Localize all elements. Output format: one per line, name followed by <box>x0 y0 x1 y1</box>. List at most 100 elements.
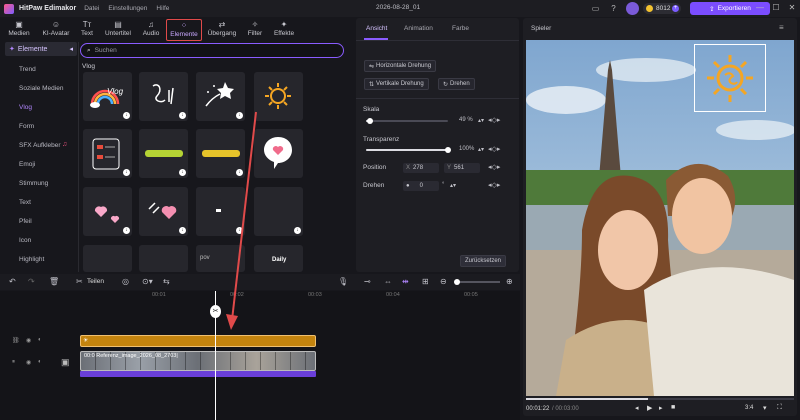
download-icon[interactable]: ↓ <box>123 227 130 234</box>
undo-icon[interactable]: ↶ <box>9 277 16 286</box>
tab-farbe[interactable]: Farbe <box>452 25 469 32</box>
sticker-row4-2[interactable] <box>139 245 188 272</box>
close-icon[interactable]: ✕ <box>786 2 798 14</box>
split-label[interactable]: Teilen <box>87 278 104 285</box>
sidebar-item-stimmung[interactable]: Stimmung <box>19 180 48 187</box>
keyframe-rotation-icon[interactable]: ◂◇▸ <box>488 181 500 189</box>
prev-frame-icon[interactable]: ◂ <box>635 404 639 412</box>
sticker-sun[interactable] <box>254 72 303 121</box>
tab-ansicht[interactable]: Ansicht <box>366 25 387 32</box>
lock-track-icon[interactable]: ◉ <box>26 359 31 366</box>
play-icon[interactable]: ▶ <box>647 404 652 412</box>
rotation-field[interactable]: ● 0 <box>403 181 439 191</box>
sidebar-item-emoji[interactable]: Emoji <box>19 161 35 168</box>
delete-icon[interactable]: 🗑 <box>49 277 59 286</box>
scale-slider-knob[interactable] <box>367 118 374 124</box>
zoom-in-icon[interactable]: ⊕ <box>506 277 513 286</box>
tab-animation[interactable]: Animation <box>404 25 433 32</box>
sidebar-item-trend[interactable]: Trend <box>19 66 36 73</box>
stop-icon[interactable]: ■ <box>671 404 675 411</box>
category-header[interactable]: ✦ Elemente ◂ <box>5 42 77 56</box>
sticker-handwritten[interactable]: ↓ <box>139 72 188 121</box>
keyframe-prev-icon[interactable]: ◂◇▸ <box>488 116 500 124</box>
project-name[interactable]: 2026-08-28_01 <box>376 4 420 11</box>
tab-uebergang[interactable]: ⇄ Übergang <box>205 19 239 41</box>
opacity-stepper-icon[interactable]: ▴▾ <box>478 146 484 153</box>
menu-icon[interactable]: ≡ <box>779 23 784 32</box>
sidebar-item-pfeil[interactable]: Pfeil <box>19 218 32 225</box>
sticker-notification[interactable]: ↓ <box>83 129 132 178</box>
scale-value[interactable]: 49 % <box>459 117 473 123</box>
opacity-value[interactable]: 100% <box>459 146 474 152</box>
download-icon[interactable]: ↓ <box>179 227 186 234</box>
sticker-heart-bubble[interactable] <box>254 129 303 178</box>
download-icon[interactable]: ↓ <box>179 169 186 176</box>
next-frame-icon[interactable]: ▸ <box>659 404 663 412</box>
tab-effekte[interactable]: ✦ Effekte <box>270 19 298 41</box>
zoom-icon[interactable]: ▾ <box>763 404 767 412</box>
minimize-icon[interactable]: — <box>754 2 766 14</box>
scale-stepper-icon[interactable]: ▴▾ <box>478 117 484 124</box>
menu-datei[interactable]: Datei <box>84 5 99 12</box>
add-coins-icon[interactable]: + <box>672 5 679 12</box>
tab-ki-avatar[interactable]: ☺ KI-Avatar <box>38 19 74 41</box>
flip-vertical-button[interactable]: ⇅ Vertikale Drehung <box>364 78 429 90</box>
snap-icon[interactable]: ⇔ <box>384 277 392 286</box>
search-input[interactable]: ⌕ Suchen <box>80 43 344 58</box>
screen-icon[interactable]: ▭ <box>590 3 601 14</box>
opacity-slider-knob[interactable] <box>445 147 451 153</box>
sidebar-item-highlight[interactable]: Highlight <box>19 256 44 263</box>
zoom-slider[interactable] <box>456 281 500 283</box>
zoom-slider-knob[interactable] <box>454 279 460 285</box>
sticker-heart-marks[interactable]: ↓ <box>139 187 188 236</box>
marker-icon[interactable]: ◎ <box>122 277 129 286</box>
sticker-row4-1[interactable] <box>83 245 132 272</box>
download-icon[interactable]: ↓ <box>123 112 130 119</box>
download-icon[interactable]: ↓ <box>123 169 130 176</box>
preview-canvas[interactable] <box>526 40 794 396</box>
avatar[interactable] <box>626 2 639 15</box>
visibility-track-icon[interactable]: ◐ <box>38 337 42 343</box>
sidebar-item-form[interactable]: Form <box>19 123 34 130</box>
link-icon[interactable]: ⊸ <box>364 277 371 286</box>
lock-track-icon[interactable]: ◉ <box>26 337 31 344</box>
redo-icon[interactable]: ↷ <box>28 277 35 286</box>
aspect-ratio[interactable]: 3:4 <box>745 405 753 411</box>
tab-filter[interactable]: ✧ Filter <box>242 19 268 41</box>
tab-untertitel[interactable]: ▤ Untertitel <box>101 19 135 41</box>
selected-sticker-frame[interactable] <box>694 44 766 112</box>
menu-einstellungen[interactable]: Einstellungen <box>108 5 147 12</box>
speed-icon[interactable]: ⊙▾ <box>142 277 153 286</box>
sticker-clip[interactable]: ☀ <box>80 335 316 347</box>
sticker-pink-hearts[interactable]: ↓ <box>83 187 132 236</box>
reset-button[interactable]: Zurücksetzen <box>460 255 507 267</box>
position-y-field[interactable]: Y 561 <box>444 163 480 173</box>
cover-image-icon[interactable]: ▣ <box>61 357 70 368</box>
rotation-stepper-icon[interactable]: ▴▾ <box>450 182 456 189</box>
download-icon[interactable]: ↓ <box>179 112 186 119</box>
keyframe-position-icon[interactable]: ◂◇▸ <box>488 163 500 171</box>
sidebar-item-vlog[interactable]: Vlog <box>19 104 32 111</box>
tab-medien[interactable]: ▣ Medien <box>4 19 34 41</box>
link-track-icon[interactable]: ⛓ <box>12 337 20 344</box>
opacity-slider[interactable] <box>366 149 448 151</box>
sticker-daily[interactable]: Daily <box>254 245 303 272</box>
pause-track-icon[interactable]: ⏸ <box>12 359 15 366</box>
fit-icon[interactable]: ⊞ <box>422 277 429 286</box>
audio-waveform-bar[interactable] <box>80 371 316 377</box>
flip-horizontal-button[interactable]: ⇋ Horizontale Drehung <box>364 60 437 72</box>
menu-hilfe[interactable]: Hilfe <box>156 5 169 12</box>
sidebar-item-text[interactable]: Text <box>19 199 31 206</box>
scale-slider[interactable] <box>366 120 448 122</box>
player-progress[interactable] <box>526 398 794 400</box>
zoom-out-icon[interactable]: ⊖ <box>440 277 447 286</box>
coin-balance[interactable]: 8012 + <box>643 3 681 14</box>
sidebar-item-soziale-medien[interactable]: Soziale Medien <box>19 85 63 92</box>
tab-elemente[interactable]: ⁘ Elemente <box>166 19 202 41</box>
sticker-blank[interactable]: ↓ <box>254 187 303 236</box>
rotate-button[interactable]: ↻ Drehen <box>438 78 475 90</box>
flip-icon[interactable]: ⇆ <box>163 277 170 286</box>
video-clip[interactable]: 00:0 Referenz_image_2026_08_2703| <box>80 351 316 371</box>
sticker-rainbow-vlog[interactable]: Vlog ↓ <box>83 72 132 121</box>
tab-text[interactable]: Tт Text <box>76 19 98 41</box>
